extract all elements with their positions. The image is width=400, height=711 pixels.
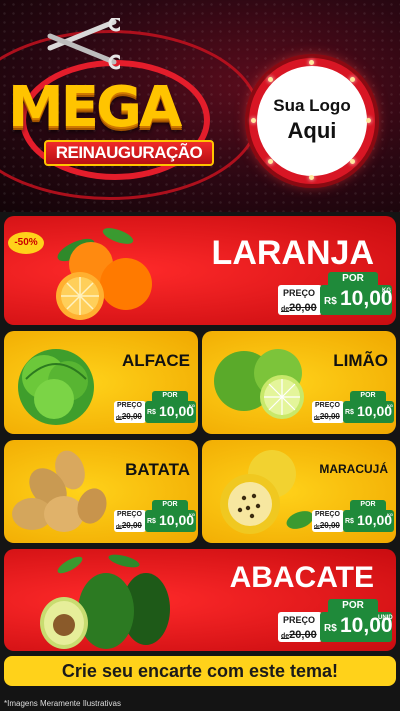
- price-tag: POR PREÇO de20,00 R$ 10,00 KG: [312, 500, 394, 532]
- discount-badge: -50%: [8, 232, 44, 254]
- header-banner: MEGA REINAUGURAÇÃO Sua Logo Aqui: [0, 0, 400, 212]
- product-card-limao[interactable]: LIMÃO POR PREÇO de20,00 R$ 10,00 KG: [202, 331, 396, 434]
- cta-banner[interactable]: Crie seu encarte com este tema!: [4, 656, 396, 686]
- product-card-laranja[interactable]: LARANJA POR PREÇO de20,00 R$ 10,00 KG: [4, 216, 396, 325]
- product-name: LIMÃO: [333, 351, 388, 370]
- product-name: ALFACE: [122, 351, 190, 370]
- product-card-maracuja[interactable]: MARACUJÁ POR PREÇO de20,00 R$ 10,00 KG: [202, 440, 396, 543]
- price-tag: POR PREÇO de20,00 R$ 10,00 UNID: [278, 599, 393, 647]
- product-card-batata[interactable]: BATATA POR PREÇO de20,00 R$ 10,00 KG: [4, 440, 198, 543]
- product-name: BATATA: [125, 460, 190, 479]
- store-logo-line2: Aqui: [287, 118, 337, 143]
- orange-image: [56, 228, 152, 320]
- price-tag: POR PREÇO de20,00 R$ 10,00 KG: [114, 500, 196, 532]
- reinauguracao-ribbon: REINAUGURAÇÃO: [44, 140, 214, 166]
- mega-logo: MEGA: [8, 75, 182, 140]
- product-name: ABACATE: [229, 561, 374, 594]
- store-logo-line1: Sua Logo: [273, 96, 351, 115]
- scissors-icon: [47, 18, 120, 70]
- product-name: LARANJA: [211, 234, 374, 272]
- product-card-abacate[interactable]: ABACATE POR PREÇO de20,00 R$ 10,00 UNID: [4, 549, 396, 651]
- product-name: MARACUJÁ: [319, 462, 388, 476]
- lettuce-image: [18, 349, 94, 425]
- product-card-alface[interactable]: ALFACE POR PREÇO de20,00 R$ 10,00 KG: [4, 331, 198, 434]
- store-logo-placeholder[interactable]: Sua Logo Aqui: [249, 58, 375, 184]
- price-tag: POR PREÇO de20,00 R$ 10,00 KG: [114, 391, 196, 423]
- passion-fruit-image: [220, 450, 314, 534]
- avocado-image: [40, 554, 170, 649]
- price-tag: POR PREÇO de20,00 R$ 10,00 KG: [312, 391, 394, 423]
- footnote: *Imagens Meramente Ilustrativas: [4, 699, 121, 708]
- price-tag: POR PREÇO de20,00 R$ 10,00 KG: [278, 272, 393, 320]
